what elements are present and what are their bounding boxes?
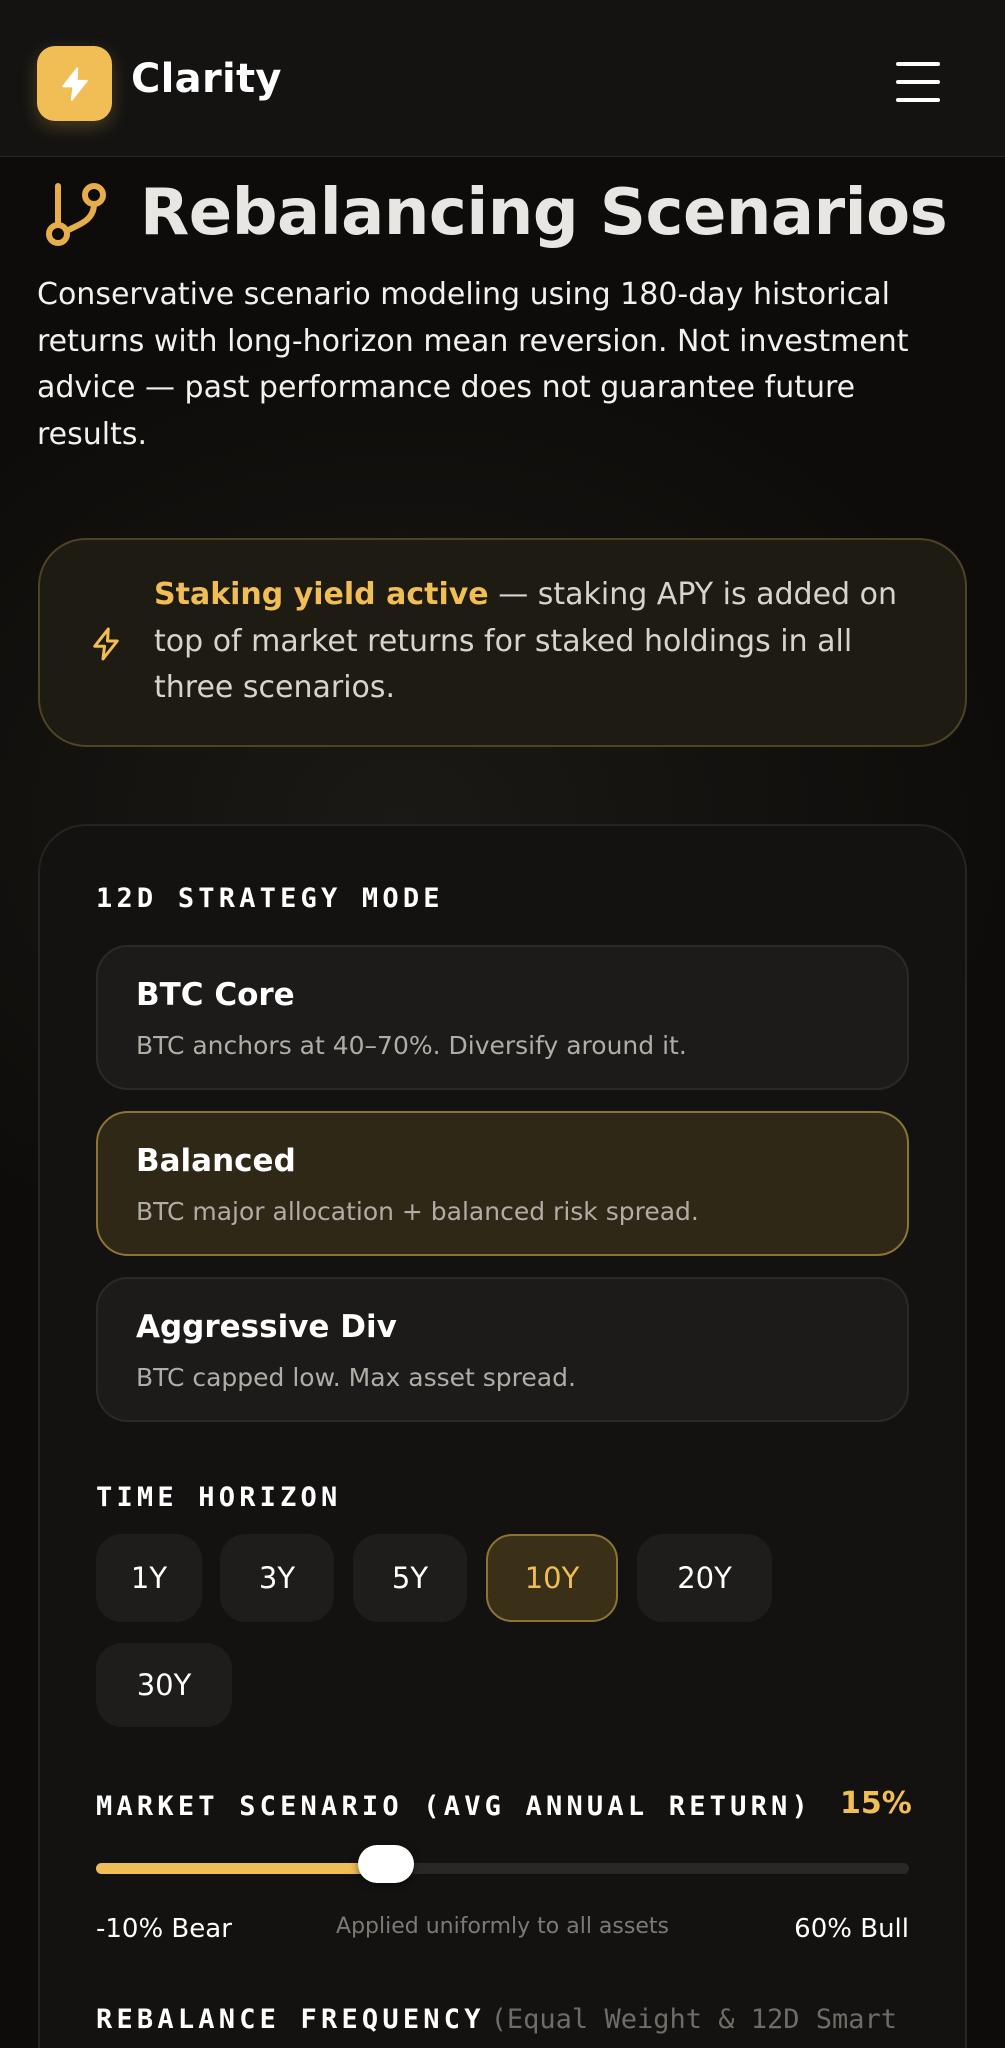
menu-button[interactable] [886,56,952,112]
git-branch-icon [46,183,106,246]
app-logo[interactable] [37,46,112,121]
rebalance-frequency-heading: REBALANCE FREQUENCY (Equal Weight & 12D S… [96,2004,897,2035]
strategy-option-desc: BTC anchors at 40–70%. Diversify around … [136,1031,687,1060]
time-horizon-label: TIME HORIZON [96,1482,342,1513]
lightning-bolt-icon [93,627,119,661]
horizon-chip-3y[interactable]: 3Y [220,1534,334,1622]
lightning-bolt-icon [62,67,88,101]
slider-max-label: 60% Bull [794,1914,909,1944]
horizon-chip-1y[interactable]: 1Y [96,1534,202,1622]
strategy-option-btc-core[interactable]: BTC Core BTC anchors at 40–70%. Diversif… [96,945,909,1090]
horizon-chip-5y[interactable]: 5Y [353,1534,467,1622]
strategy-option-balanced[interactable]: Balanced BTC major allocation + balanced… [96,1111,909,1256]
rebalance-frequency-label: REBALANCE FREQUENCY [96,2004,485,2035]
horizon-chip-20y[interactable]: 20Y [637,1534,772,1622]
horizon-chip-30y[interactable]: 30Y [96,1643,232,1727]
strategy-option-title: Balanced [136,1143,296,1179]
strategy-option-desc: BTC major allocation + balanced risk spr… [136,1197,699,1226]
brand-name: Clarity [131,56,282,102]
horizon-chip-10y[interactable]: 10Y [486,1534,618,1622]
strategy-option-title: Aggressive Div [136,1309,397,1345]
staking-yield-banner: Staking yield active — staking APY is ad… [38,538,967,747]
slider-fill [96,1863,386,1874]
strategy-option-desc: BTC capped low. Max asset spread. [136,1363,576,1392]
strategy-option-aggressive-div[interactable]: Aggressive Div BTC capped low. Max asset… [96,1277,909,1422]
page-intro: Conservative scenario modeling using 180… [37,277,909,452]
banner-message: Staking yield active — staking APY is ad… [154,572,934,712]
market-scenario-value: 15% [840,1786,912,1821]
slider-thumb[interactable] [358,1845,414,1883]
strategy-mode-label: 12D STRATEGY MODE [96,883,444,914]
market-scenario-label: MARKET SCENARIO (AVG ANNUAL RETURN) [96,1791,812,1822]
market-scenario-slider[interactable] [96,1845,909,1883]
strategy-option-title: BTC Core [136,977,295,1013]
app-header: Clarity [0,0,1005,157]
banner-highlight: Staking yield active [154,577,489,612]
page-title: Rebalancing Scenarios [140,176,948,250]
rebalance-frequency-note: (Equal Weight & 12D Smart [490,2004,898,2035]
